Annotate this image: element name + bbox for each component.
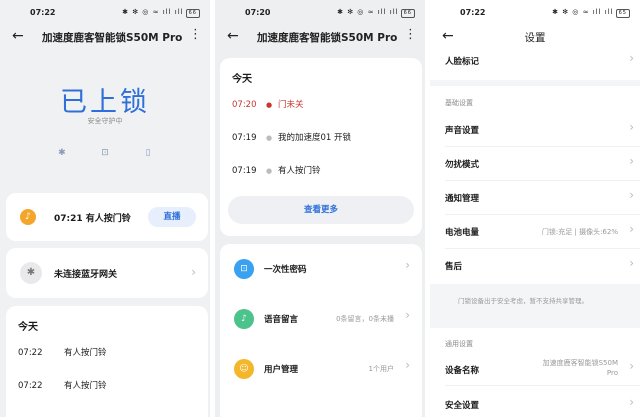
list-item[interactable]: 07:19 ● 有人按门铃 [232,164,321,176]
bluetooth-gateway-card[interactable]: ✱ 未连接蓝牙网关 › [6,248,208,298]
lock-detail-screen: 07:20 ✱ ✻ ◎ ≈ ıll ıll 66 ← 加速度鹿客智能锁S50M P… [215,0,425,417]
setting-do-not-disturb[interactable]: 勿扰模式 › [445,147,640,181]
battery-icon: 66 [185,9,200,18]
setting-face-mark[interactable]: 人脸标记 › [445,44,640,78]
status-bar: 07:20 ✱ ✻ ◎ ≈ ıll ıll 66 [215,0,425,26]
menu-item-one-time-password[interactable]: ⊡ 一次性密码 › [220,244,422,294]
battery-value: 门锁:充足 | 摄像头:62% [541,228,618,236]
chevron-right-icon: › [629,395,634,409]
chevron-right-icon: › [629,222,634,236]
lock-icon: ⊡ [234,259,254,279]
list-item[interactable]: 07:20 ● 门未关 [232,98,304,110]
setting-notification[interactable]: 通知管理 › [445,181,640,215]
back-arrow-icon[interactable]: ← [227,28,239,44]
chevron-right-icon: › [629,154,634,168]
today-events-card: 今天 07:22 有人按门铃 07:22 有人按门铃 [6,306,208,417]
device-name-value: 加速度鹿客智能锁S50M Pro [542,359,618,377]
setting-after-sales[interactable]: 售后 › [445,249,640,283]
menu-item-voice-message[interactable]: ♪ 语音留言 0条留言，0条未播 › [220,294,422,344]
lock-icon: ⊡ [101,148,109,158]
bluetooth-gateway-text: 未连接蓝牙网关 [54,270,118,280]
setting-battery[interactable]: 电池电量 门锁:充足 | 摄像头:62% › [445,215,640,249]
status-time: 07:20 [245,8,271,17]
live-button[interactable]: 直播 [148,207,196,227]
chevron-right-icon: › [629,188,634,202]
lock-status-text: 已上锁 [60,87,150,118]
status-time: 07:22 [460,8,486,17]
today-heading: 今天 [232,74,252,85]
menu-item-user-management[interactable]: ☺ 用户管理 1个用户 › [220,344,422,394]
general-settings-section: 通用设置 [445,340,473,348]
guard-status-text: 安全守护中 [87,117,123,125]
mic-icon: ♪ [234,309,254,329]
app-bar: ← 加速度鹿客智能锁S50M Pro ⋮ [0,26,210,48]
device-title: 加速度鹿客智能锁S50M Pro [257,32,398,44]
status-time: 07:22 [30,8,56,17]
lock-home-screen: 07:22 ✱ ✻ ◎ ≈ ıll ıll 66 ← 加速度鹿客智能锁S50M P… [0,0,210,417]
status-bar: 07:22 ✱ ✻ ◎ ≈ ıll ıll 65 [430,0,640,26]
note-band [430,284,640,328]
app-bar: ← 加速度鹿客智能锁S50M Pro ⋮ [215,26,425,48]
basic-settings-section: 基础设置 [445,99,473,107]
chevron-right-icon: › [405,308,410,322]
bluetooth-icon: ✱ [58,148,66,158]
bluetooth-signal-icon: ✱ [20,262,42,284]
more-options-icon[interactable]: ⋮ [404,27,417,42]
setting-device-name[interactable]: 设备名称 加速度鹿客智能锁S50M Pro › [445,352,640,386]
status-icons: ✱ ✻ ◎ ≈ ıll ıll 66 [122,8,200,18]
battery-icon: 65 [615,9,630,18]
battery-icon: 66 [400,9,415,18]
list-item[interactable]: 07:19 ● 我的加速度01 开锁 [232,131,351,143]
status-icons: ✱ ✻ ◎ ≈ ıll ıll 66 [337,8,415,18]
sharing-note: 门锁设备出于安全考虑，暂不支持共享管理。 [458,297,588,305]
feature-menu-card: ⊡ 一次性密码 › ♪ 语音留言 0条留言，0条未播 › ☺ 用户管理 1个用户… [220,244,422,417]
smile-icon: ☺ [234,359,254,379]
chevron-right-icon: › [405,358,410,372]
back-arrow-icon[interactable]: ← [12,28,24,44]
dot-icon: ● [266,101,273,109]
list-item[interactable]: 07:22 有人按门铃 [18,346,107,358]
setting-sound[interactable]: 声音设置 › [445,113,640,147]
chevron-right-icon: › [629,256,634,270]
device-status-icons: ✱ ⊡ ▯ [0,140,210,160]
status-bar: 07:22 ✱ ✻ ◎ ≈ ıll ıll 66 [0,0,210,26]
doorbell-event-text: 07:21 有人按门铃 [54,214,131,224]
today-heading: 今天 [18,322,38,333]
chevron-right-icon: › [629,51,634,65]
list-item[interactable]: 07:22 有人按门铃 [18,379,107,391]
setting-security[interactable]: 安全设置 › [445,388,640,417]
device-title: 加速度鹿客智能锁S50M Pro [42,32,183,44]
doorbell-icon: ▯ [145,148,151,158]
settings-screen: 07:22 ✱ ✻ ◎ ≈ ıll ıll 65 ← 设置 人脸标记 › 基础设置… [430,0,640,417]
today-log-card: 今天 07:20 ● 门未关 07:19 ● 我的加速度01 开锁 07:19 ● 有人按门… [220,58,422,236]
dot-icon: ● [266,167,273,175]
chevron-right-icon: › [405,258,410,272]
chevron-right-icon: › [629,359,634,373]
bell-icon: ♪ [20,209,36,225]
dot-icon: ● [266,134,273,142]
page-title: 设置 [524,32,546,44]
divider [430,80,640,86]
chevron-right-icon: › [629,120,634,134]
see-more-button[interactable]: 查看更多 [228,196,414,224]
status-icons: ✱ ✻ ◎ ≈ ıll ıll 65 [552,8,630,18]
doorbell-event-card[interactable]: ♪ 07:21 有人按门铃 直播 [6,193,208,241]
chevron-right-icon: › [191,265,196,279]
more-options-icon[interactable]: ⋮ [189,27,202,42]
